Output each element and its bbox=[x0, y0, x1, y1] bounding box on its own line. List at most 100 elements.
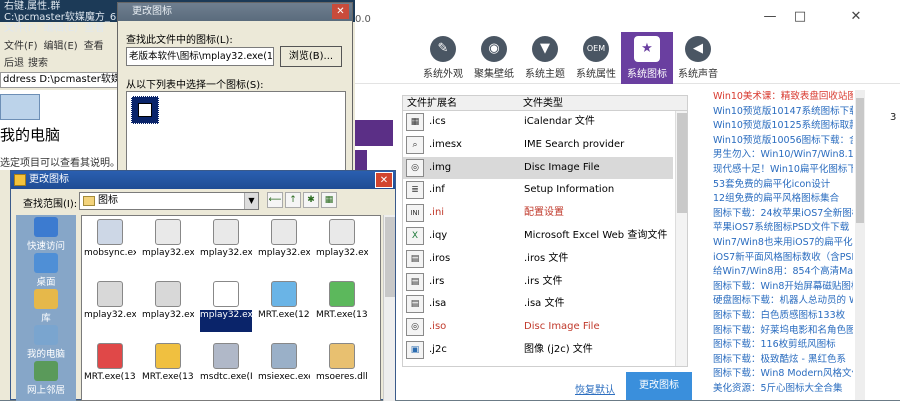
nav-system-appearance[interactable]: ✎ 系统外观 bbox=[417, 32, 469, 84]
minimize-button[interactable]: — bbox=[755, 6, 785, 28]
back-icon[interactable]: ⟵ bbox=[267, 192, 283, 208]
media-icon bbox=[213, 281, 239, 307]
search-button[interactable]: 搜索 bbox=[28, 54, 48, 69]
file-item[interactable]: MRT.exe(13... bbox=[84, 340, 136, 400]
file-label: MRT.exe(13... bbox=[84, 372, 136, 382]
nav-system-icons[interactable]: ★ 系统图标 bbox=[621, 32, 673, 84]
computer-icon bbox=[0, 94, 40, 120]
new-folder-icon[interactable]: ✱ bbox=[303, 192, 319, 208]
restore-default-link[interactable]: 恢复默认 bbox=[575, 381, 615, 396]
table-row[interactable]: INI .ini 配置设置 bbox=[403, 202, 673, 225]
table-row[interactable]: ≣ .inf Setup Information bbox=[403, 179, 673, 202]
view-menu-icon[interactable]: ▦ bbox=[321, 192, 337, 208]
news-item[interactable]: 苹果iOS7系统图标PSD文件下载 bbox=[713, 221, 853, 236]
disc-icon: ◎ bbox=[406, 158, 424, 177]
scrollbar-thumb[interactable] bbox=[385, 217, 395, 297]
nav-system-sounds[interactable]: ◀ 系统声音 bbox=[672, 32, 724, 84]
news-item[interactable]: 美化资源：5斤心图标大全合集 bbox=[713, 382, 853, 397]
file-item-selected[interactable]: mplay32.exe(16).ico bbox=[200, 278, 252, 338]
row-type: Disc Image File bbox=[524, 161, 600, 173]
news-item[interactable]: Win10预览版10056图标下载：含新 bbox=[713, 134, 853, 149]
news-item[interactable]: 图标下载：Win8 Modern风格文件 bbox=[713, 367, 853, 382]
file-label: mplay32.exe... bbox=[142, 310, 194, 320]
address-bar[interactable]: ddress D:\pcmaster软媒魔方... bbox=[0, 72, 120, 88]
close-icon[interactable]: ✕ bbox=[332, 4, 349, 19]
change-icon-button[interactable]: 更改图标 bbox=[626, 372, 692, 400]
look-in-select[interactable]: 图标 ▼ bbox=[79, 192, 259, 210]
table-row[interactable]: ▤ .isa .isa 文件 bbox=[403, 293, 673, 316]
maximize-button[interactable]: □ bbox=[785, 6, 815, 28]
file-item[interactable]: mplay32.exe... bbox=[200, 216, 252, 276]
table-row[interactable]: ▦ .ics iCalendar 文件 bbox=[403, 111, 673, 134]
news-item[interactable]: 图标下载：116枚剪纸风图标 bbox=[713, 338, 853, 353]
row-extension: .imesx bbox=[429, 138, 462, 150]
column-type[interactable]: 文件类型 bbox=[523, 97, 563, 110]
news-item[interactable]: Win7/Win8也来用iOS7的扁平化图标 bbox=[713, 236, 853, 251]
browse-button[interactable]: 浏览(B)... bbox=[280, 46, 342, 67]
menu-file[interactable]: 文件(F) bbox=[4, 37, 38, 52]
media-icon bbox=[138, 103, 152, 117]
file-item[interactable]: mobsync.exe... bbox=[84, 216, 136, 276]
table-row[interactable]: ▣ .j2c 图像 (j2c) 文件 bbox=[403, 339, 673, 362]
table-row[interactable]: ▤ .irs .irs 文件 bbox=[403, 271, 673, 294]
news-item[interactable]: 图标下载：24枚苹果iOS7全新图标 bbox=[713, 207, 853, 222]
news-item[interactable]: Win10预览版10125系统图标取款 bbox=[713, 119, 853, 134]
news-item[interactable]: 53套免费的扁平化icon设计 bbox=[713, 178, 853, 193]
file-item[interactable]: MRT.exe(12... bbox=[258, 278, 310, 338]
file-icon: ▤ bbox=[406, 249, 424, 268]
menu-view[interactable]: 查看 bbox=[84, 37, 104, 52]
news-item[interactable]: 现代感十足！Win10扁平化图标下载 bbox=[713, 163, 853, 178]
icon-path-input[interactable]: 老版本软件\图标\mplay32.exe(16).ico bbox=[126, 47, 274, 66]
file-grid-scrollbar[interactable] bbox=[383, 215, 395, 401]
folder-icon bbox=[14, 174, 26, 186]
nav-spotlight-wallpaper[interactable]: ◉ 聚集壁纸 bbox=[468, 32, 520, 84]
nav-system-theme[interactable]: ▼ 系统主题 bbox=[519, 32, 571, 84]
scrollbar-thumb[interactable] bbox=[856, 98, 864, 223]
table-row[interactable]: ▤ .iros .iros 文件 bbox=[403, 248, 673, 271]
news-item[interactable]: 图标下载：好莱坞电影和名角色图 bbox=[713, 324, 853, 339]
icon-option-selected[interactable] bbox=[131, 96, 159, 124]
column-extension[interactable]: 文件扩展名 bbox=[407, 97, 457, 110]
row-extension: .j2c bbox=[429, 344, 447, 355]
close-icon[interactable]: ✕ bbox=[375, 172, 393, 188]
table-row[interactable]: ◎ .iso Disc Image File bbox=[403, 316, 673, 339]
menu-edit[interactable]: 编辑(E) bbox=[44, 37, 78, 52]
up-folder-icon[interactable]: ↑ bbox=[285, 192, 301, 208]
news-item[interactable]: 12组免费的扁平风格图标集合 bbox=[713, 192, 853, 207]
news-item[interactable]: 硬盘图标下载：机器人总动员的 Wa bbox=[713, 294, 853, 309]
place-network[interactable]: 网上邻居 bbox=[16, 359, 76, 401]
file-item[interactable]: mplay32.exe... bbox=[142, 216, 194, 276]
news-item[interactable]: iOS7新平面风格图标数收（含PSD bbox=[713, 251, 853, 266]
news-scrollbar[interactable] bbox=[855, 90, 865, 400]
file-item[interactable]: msoeres.dll(... bbox=[316, 340, 368, 400]
news-item[interactable]: Win10预览版10147系统图标下载 bbox=[713, 105, 853, 120]
file-item[interactable]: msdtc.exe(ID... bbox=[200, 340, 252, 400]
row-type: .isa 文件 bbox=[524, 298, 565, 310]
close-button[interactable]: ✕ bbox=[827, 6, 885, 28]
file-item[interactable]: msiexec.exe... bbox=[258, 340, 310, 400]
icon-list[interactable] bbox=[126, 91, 346, 171]
news-item[interactable]: 图标下载：白色质感图标133枚 bbox=[713, 309, 853, 324]
back-button[interactable]: 后退 bbox=[4, 54, 24, 69]
file-item[interactable]: mplay32.exe... bbox=[142, 278, 194, 338]
library-icon bbox=[34, 289, 58, 309]
news-item[interactable]: Win10美术课：精致表盘回收站图 bbox=[713, 90, 853, 105]
news-item[interactable]: 给Win7/Win8用：854个高清MacP bbox=[713, 265, 853, 280]
file-item[interactable]: MRT.exe(13... bbox=[142, 340, 194, 400]
table-row[interactable]: ⌕ .imesx IME Search provider definition bbox=[403, 134, 673, 172]
table-row[interactable]: X .iqy Microsoft Excel Web 查询文件 bbox=[403, 225, 673, 248]
table-scrollbar[interactable] bbox=[675, 111, 687, 366]
file-icon: ▤ bbox=[406, 272, 424, 291]
file-item[interactable]: mplay32.exe... bbox=[316, 216, 368, 276]
news-item[interactable]: 男生勿入：Win10/Win7/Win8.1女 bbox=[713, 148, 853, 163]
news-item[interactable]: 图标下载：Win8开始屏幕磁贴图标 bbox=[713, 280, 853, 295]
file-item[interactable]: mplay32.exe... bbox=[258, 216, 310, 276]
file-item[interactable]: MRT.exe(13... bbox=[316, 278, 368, 338]
media-icon bbox=[329, 219, 355, 245]
news-item[interactable]: 图标下载：极致酷炫 - 黑红色系 bbox=[713, 353, 853, 368]
scrollbar-thumb[interactable] bbox=[677, 113, 687, 213]
table-row-selected[interactable]: ◎ .img Disc Image File bbox=[403, 156, 673, 180]
file-item[interactable]: mplay32.exe... bbox=[84, 278, 136, 338]
chevron-down-icon[interactable]: ▼ bbox=[244, 193, 258, 209]
nav-system-properties[interactable]: OEM 系统属性 bbox=[570, 32, 622, 84]
